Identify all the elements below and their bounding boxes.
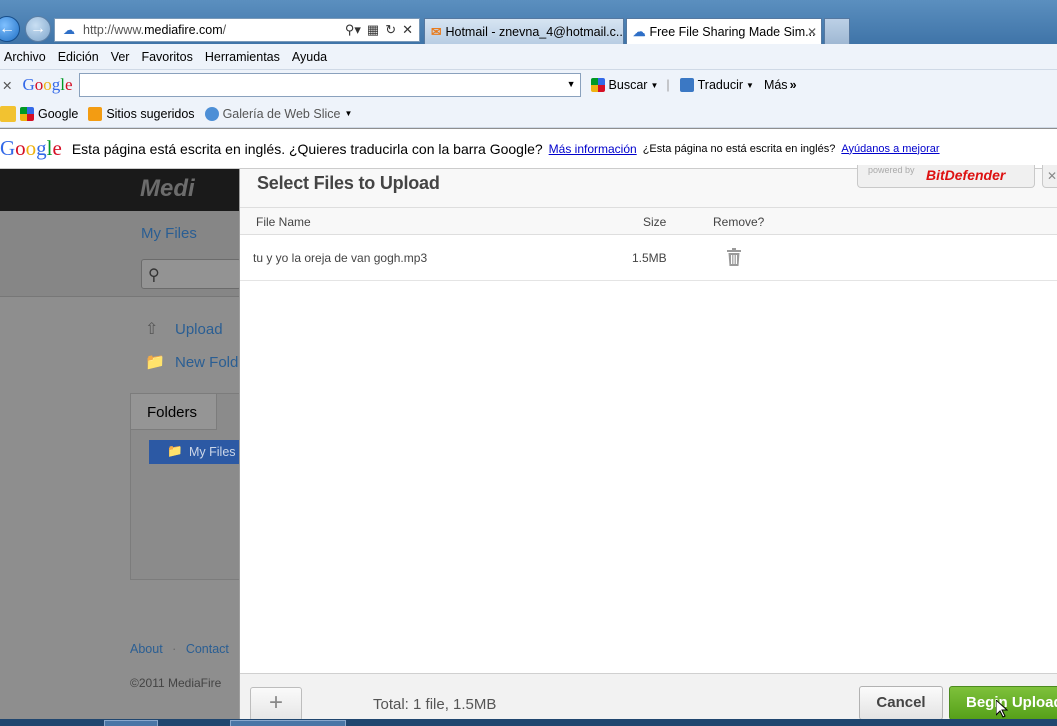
menu-edicion[interactable]: Edición bbox=[58, 50, 99, 64]
close-toolbar-icon[interactable]: ✕ bbox=[2, 78, 12, 93]
google-search-input[interactable]: ▼ bbox=[78, 73, 581, 97]
close-dialog-button[interactable]: ✕ bbox=[1042, 165, 1057, 188]
address-bar[interactable]: ☁ http://www.mediafire.com/ ⚲▾ ▦ ↻ ✕ bbox=[54, 18, 420, 42]
windows-taskbar bbox=[0, 719, 1057, 726]
tab-label: Hotmail - znevna_4@hotmail.c... bbox=[445, 24, 624, 39]
mediafire-logo: Medi bbox=[140, 175, 195, 202]
close-tab-icon[interactable]: ✕ bbox=[807, 25, 817, 39]
add-favorite-star-icon[interactable] bbox=[0, 105, 16, 122]
footer-links: About · Contact bbox=[130, 642, 229, 656]
address-url[interactable]: http://www.mediafire.com/ bbox=[83, 23, 345, 37]
footer-about-link[interactable]: About bbox=[130, 642, 163, 656]
mediafire-favicon-icon: ☁ bbox=[63, 23, 75, 37]
tab-label: Free File Sharing Made Sim... bbox=[649, 24, 816, 39]
search-icon[interactable]: ⚲▾ bbox=[345, 22, 361, 38]
favorite-sitios-sugeridos[interactable]: Sitios sugeridos bbox=[88, 106, 195, 121]
browser-titlebar: ← → ☁ http://www.mediafire.com/ ⚲▾ ▦ ↻ ✕… bbox=[0, 0, 1057, 44]
dialog-title: Select Files to Upload bbox=[257, 173, 440, 193]
taskbar-button[interactable] bbox=[230, 720, 346, 726]
hotmail-icon: ✉ bbox=[431, 25, 442, 39]
google-toolbar: ✕ Google ▼ Buscar ▼ | Traducir ▼ Más » bbox=[0, 70, 1057, 100]
translate-question: ¿Esta página no está escrita en inglés? bbox=[642, 142, 836, 155]
tab-folders[interactable]: Folders bbox=[131, 394, 217, 430]
mediafire-favicon-icon: ☁ bbox=[633, 25, 646, 39]
menu-bar: Archivo Edición Ver Favoritos Herramient… bbox=[0, 44, 1057, 70]
chevron-down-icon: ▼ bbox=[344, 109, 353, 118]
upload-dialog: Select Files to Upload powered by BitDef… bbox=[239, 165, 1057, 726]
improve-link[interactable]: Ayúdanos a mejorar bbox=[841, 143, 939, 155]
folder-icon: 📁 bbox=[167, 444, 183, 458]
trash-icon[interactable] bbox=[726, 248, 742, 266]
favorite-web-slice[interactable]: Galería de Web Slice ▼ bbox=[204, 106, 353, 121]
bitdefender-logo: BitDefender bbox=[926, 167, 1006, 183]
new-folder-action[interactable]: 📁 New Fold bbox=[145, 352, 238, 372]
compatibility-view-icon[interactable]: ▦ bbox=[367, 22, 379, 38]
folders-panel: Folders 📁 My Files bbox=[130, 393, 245, 580]
file-size: 1.5MB bbox=[632, 251, 667, 265]
mediafire-header: Medi bbox=[0, 169, 240, 211]
file-row: tu y yo la oreja de van gogh.mp3 1.5MB bbox=[240, 235, 1057, 281]
google-logo: Google bbox=[22, 75, 73, 94]
mas-button[interactable]: Más » bbox=[764, 78, 797, 92]
close-icon: ✕ bbox=[1047, 169, 1057, 183]
chevron-down-icon: ▼ bbox=[746, 80, 754, 90]
taskbar-button[interactable] bbox=[104, 720, 158, 726]
file-name: tu y yo la oreja de van gogh.mp3 bbox=[253, 251, 428, 265]
my-files-link[interactable]: My Files bbox=[141, 225, 197, 242]
file-table-header: File Name Size Remove? bbox=[240, 207, 1057, 235]
translate-bar: Google Esta página está escrita en inglé… bbox=[0, 129, 1057, 169]
upload-arrow-icon: ⇧ bbox=[145, 321, 159, 338]
google-g-icon bbox=[590, 78, 605, 92]
new-folder-icon: 📁 bbox=[145, 354, 165, 371]
file-list: tu y yo la oreja de van gogh.mp3 1.5MB bbox=[240, 235, 1057, 673]
bitdefender-badge: powered by BitDefender bbox=[857, 165, 1035, 188]
google-icon bbox=[20, 106, 34, 121]
double-chevron-right-icon: » bbox=[789, 78, 797, 92]
menu-ayuda[interactable]: Ayuda bbox=[292, 50, 327, 64]
plus-icon: + bbox=[268, 689, 283, 716]
ie-icon bbox=[204, 106, 219, 121]
folder-item-my-files[interactable]: 📁 My Files bbox=[149, 440, 245, 464]
translate-icon bbox=[679, 78, 694, 92]
add-files-button[interactable]: + bbox=[250, 687, 302, 721]
total-summary: Total: 1 file, 1.5MB bbox=[373, 696, 497, 713]
menu-ver[interactable]: Ver bbox=[111, 50, 130, 64]
upload-action[interactable]: ⇧ Upload bbox=[145, 319, 223, 339]
powered-by-label: powered by bbox=[868, 165, 915, 175]
search-icon: ⚲ bbox=[148, 267, 160, 284]
buscar-button[interactable]: Buscar ▼ bbox=[590, 78, 659, 92]
column-remove: Remove? bbox=[713, 215, 765, 229]
menu-favoritos[interactable]: Favoritos bbox=[141, 50, 192, 64]
more-info-link[interactable]: Más información bbox=[549, 142, 637, 156]
google-logo: Google bbox=[0, 136, 62, 160]
refresh-icon[interactable]: ↻ bbox=[385, 22, 396, 38]
tab-mediafire[interactable]: ☁ Free File Sharing Made Sim... ✕ bbox=[626, 18, 822, 44]
suggested-sites-icon bbox=[88, 106, 103, 121]
forward-button[interactable]: → bbox=[25, 16, 51, 42]
column-size: Size bbox=[643, 215, 667, 229]
stop-icon[interactable]: ✕ bbox=[402, 22, 413, 38]
menu-archivo[interactable]: Archivo bbox=[4, 50, 46, 64]
column-file-name: File Name bbox=[256, 215, 311, 229]
favorite-google[interactable]: Google bbox=[20, 106, 78, 121]
file-search-input[interactable]: ⚲ bbox=[141, 259, 241, 289]
menu-herramientas[interactable]: Herramientas bbox=[205, 50, 280, 64]
chevron-down-icon: ▼ bbox=[650, 80, 659, 90]
arrow-right-icon: → bbox=[30, 20, 46, 37]
chevron-down-icon[interactable]: ▼ bbox=[567, 79, 576, 89]
traducir-button[interactable]: Traducir ▼ bbox=[679, 78, 754, 92]
tab-hotmail[interactable]: ✉ Hotmail - znevna_4@hotmail.c... bbox=[424, 18, 624, 44]
footer-contact-link[interactable]: Contact bbox=[186, 642, 229, 656]
arrow-left-icon: ← bbox=[0, 20, 15, 37]
translate-message: Esta página está escrita en inglés. ¿Qui… bbox=[71, 140, 543, 157]
mouse-pointer-icon bbox=[996, 700, 1008, 718]
new-tab-button[interactable] bbox=[824, 18, 850, 44]
back-button[interactable]: ← bbox=[0, 16, 20, 42]
copyright: ©2011 MediaFire bbox=[130, 676, 222, 690]
favorites-bar: Google Sitios sugeridos Galería de Web S… bbox=[0, 100, 1057, 128]
cancel-button[interactable]: Cancel bbox=[859, 686, 943, 720]
